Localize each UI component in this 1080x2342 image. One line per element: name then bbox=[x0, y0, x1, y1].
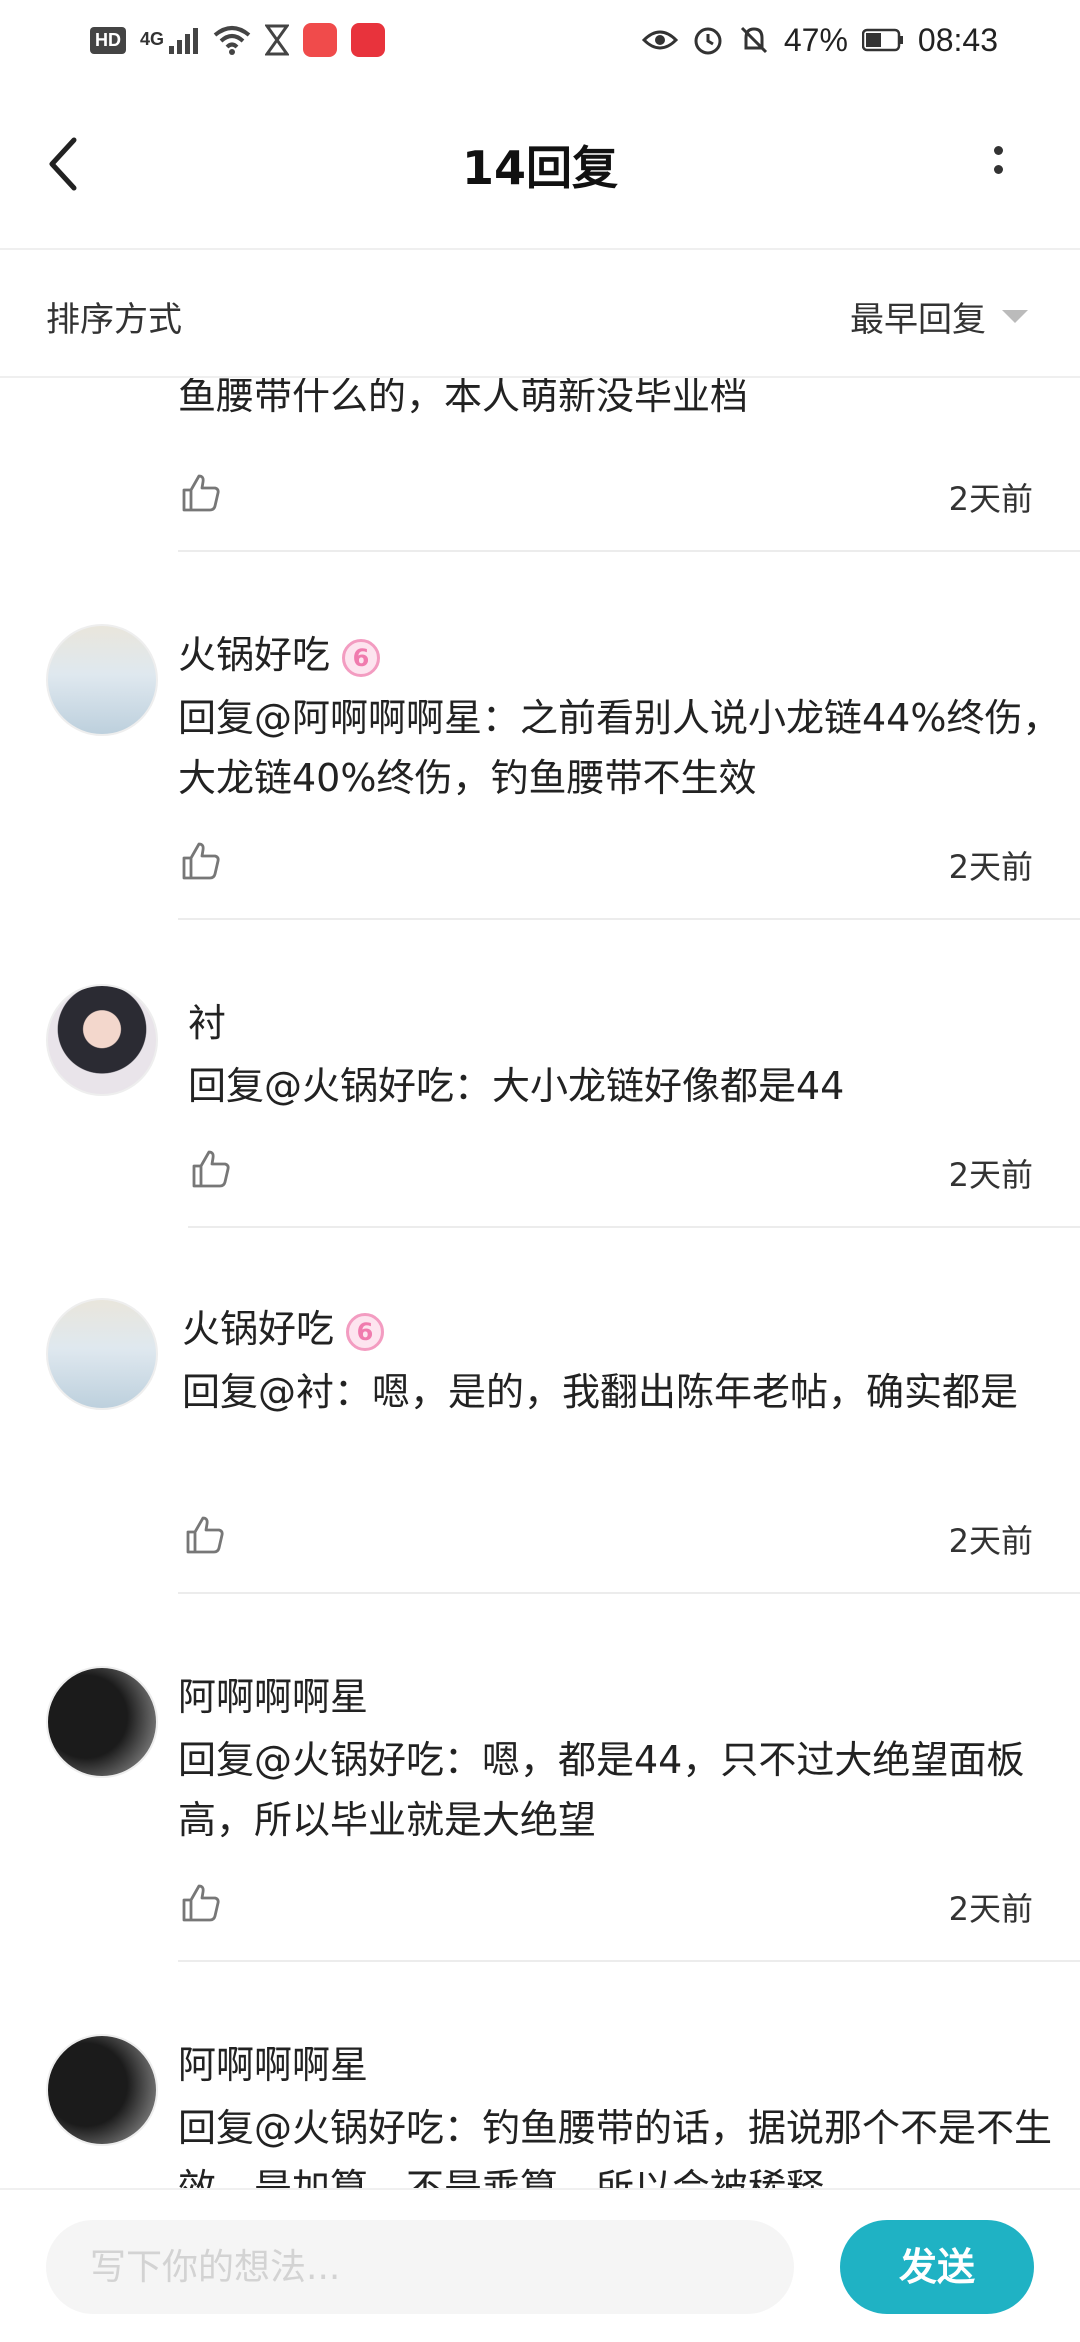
reply-time: 2天前 bbox=[948, 1522, 1033, 1560]
thumbs-up-icon[interactable] bbox=[180, 1882, 222, 1924]
top-bar: 14回复 bbox=[0, 80, 1080, 250]
battery-icon bbox=[861, 28, 903, 52]
divider bbox=[178, 1960, 1080, 1962]
thumbs-up-icon[interactable] bbox=[190, 1148, 232, 1190]
battery-percent: 47% bbox=[783, 21, 848, 58]
reply-text[interactable]: 回复@阿啊啊啊星：之前看别人说小龙链44%终伤，大龙链40%终伤，钓鱼腰带不生效 bbox=[178, 688, 1078, 808]
username[interactable]: 衬 bbox=[188, 992, 226, 1047]
thumbs-up-icon[interactable] bbox=[180, 472, 222, 514]
reply-text[interactable]: 回复@火锅好吃：大小龙链好像都是44 bbox=[188, 1056, 1080, 1116]
comment-composer: 发送 bbox=[0, 2188, 1080, 2342]
username[interactable]: 火锅好吃 6 bbox=[182, 1298, 385, 1353]
username[interactable]: 火锅好吃 6 bbox=[178, 624, 381, 679]
divider bbox=[178, 1592, 1080, 1594]
more-options-icon[interactable] bbox=[986, 146, 1010, 186]
thumbs-up-icon[interactable] bbox=[180, 840, 222, 882]
reply-text[interactable]: 回复@衬：嗯，是的，我翻出陈年老帖，确实都是 bbox=[182, 1362, 1080, 1422]
username[interactable]: 阿啊啊啊星 bbox=[178, 2034, 368, 2089]
reply-time: 2天前 bbox=[948, 848, 1033, 886]
eye-icon bbox=[641, 30, 678, 50]
hourglass-icon bbox=[265, 24, 290, 56]
status-left: HD 4G bbox=[90, 23, 386, 57]
sort-selected-value: 最早回复 bbox=[850, 300, 986, 340]
comment-input[interactable] bbox=[46, 2220, 794, 2314]
reply-text[interactable]: 回复@火锅好吃：钓鱼腰带的话，据说那个不是不生效，是加算，不是乘算，所以会被稀释 bbox=[178, 2098, 1078, 2188]
avatar[interactable] bbox=[46, 1666, 158, 1778]
alarm-icon bbox=[694, 27, 722, 55]
reply-text[interactable]: 回复@火锅好吃：嗯，都是44，只不过大绝望面板高，所以毕业就是大绝望 bbox=[178, 1730, 1078, 1850]
reply-time: 2天前 bbox=[948, 1156, 1033, 1194]
signal-4g-icon: 4G bbox=[140, 26, 199, 54]
sort-label: 排序方式 bbox=[46, 300, 182, 340]
reply-time: 2天前 bbox=[948, 1890, 1033, 1928]
avatar[interactable] bbox=[46, 984, 158, 1096]
page-title: 14回复 bbox=[461, 141, 618, 195]
thumbs-up-icon[interactable] bbox=[184, 1514, 226, 1556]
status-bar: HD 4G 47% 08:43 bbox=[0, 0, 1080, 80]
sort-dropdown[interactable]: 最早回复 bbox=[850, 292, 1028, 341]
divider bbox=[178, 918, 1080, 920]
reply-time: 2天前 bbox=[948, 480, 1033, 518]
wifi-icon bbox=[213, 26, 251, 55]
reply-list[interactable]: 鱼腰带什么的，本人萌新没毕业档 2天前 火锅好吃 6 回复@阿啊啊啊星：之前看别人… bbox=[0, 378, 1080, 2188]
divider bbox=[188, 1226, 1080, 1228]
reply-text: 鱼腰带什么的，本人萌新没毕业档 bbox=[178, 378, 749, 418]
send-button[interactable]: 发送 bbox=[840, 2220, 1034, 2314]
level-badge: 6 bbox=[346, 1312, 385, 1351]
username[interactable]: 阿啊啊啊星 bbox=[178, 1666, 368, 1721]
sort-bar: 排序方式 最早回复 bbox=[0, 250, 1080, 378]
status-right: 47% 08:43 bbox=[641, 21, 998, 59]
hd-icon: HD bbox=[90, 26, 126, 54]
fm-app-icon bbox=[351, 23, 386, 57]
clock: 08:43 bbox=[917, 21, 998, 58]
divider bbox=[178, 550, 1080, 552]
avatar[interactable] bbox=[46, 1298, 158, 1410]
caret-down-icon bbox=[1002, 310, 1028, 323]
level-badge: 6 bbox=[342, 638, 381, 677]
avatar[interactable] bbox=[46, 624, 158, 736]
avatar[interactable] bbox=[46, 2034, 158, 2146]
mute-bell-icon bbox=[740, 26, 767, 54]
app-notification-icon bbox=[303, 23, 338, 57]
